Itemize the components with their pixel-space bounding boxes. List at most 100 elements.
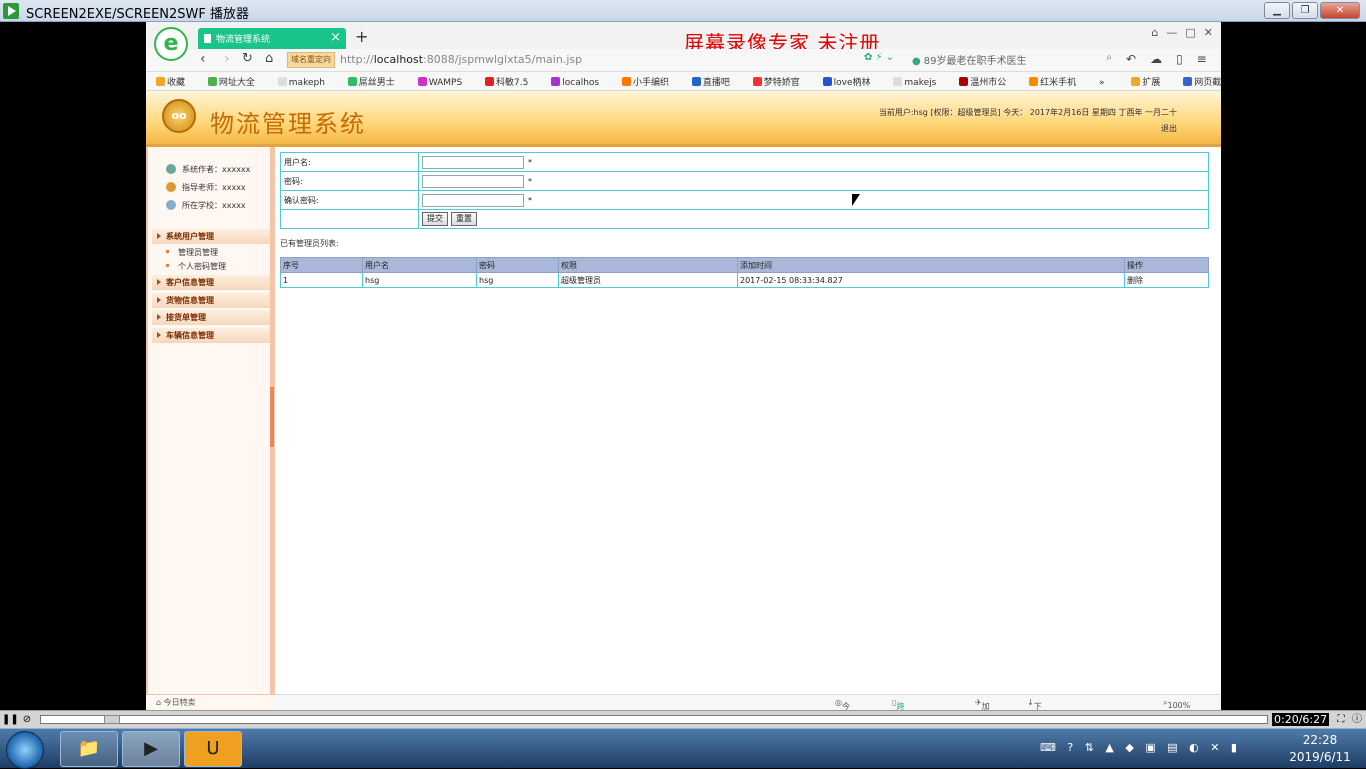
bookmarks-bar: 收藏 网址大全 makeph 屌丝男士 WAMPS 科敏7.5 localhos…	[146, 72, 1221, 91]
password-input[interactable]	[422, 174, 524, 188]
current-user-info: 当前用户:hsg [权限：超级管理员] 今天： 2017年2月16日 星期四 丁…	[878, 108, 1177, 117]
bookmark-right-item[interactable]: 扩展	[1131, 77, 1170, 88]
bookmark-item[interactable]: 小手编织	[621, 77, 679, 88]
menu-system-user[interactable]: 系统用户管理	[152, 229, 272, 244]
bookmark-item[interactable]: 梦特娇官	[752, 77, 810, 88]
main-content: 用户名: * 密码: * 确认密码: * 提交 重置 已有管理员列表: 序号 用户…	[275, 147, 1221, 694]
submit-button[interactable]: 提交	[422, 212, 448, 226]
restore-button[interactable]: ❐	[1292, 2, 1318, 19]
sidebar-info-advisor: 指导老师：xxxxx	[166, 182, 246, 193]
required-mark: *	[528, 157, 532, 167]
password-label: 密码:	[280, 171, 419, 191]
browser-minimize-icon[interactable]: —	[1166, 26, 1177, 39]
logout-link[interactable]: 退出	[1161, 123, 1177, 134]
site-title: 物流管理系统	[210, 110, 366, 138]
cloud-icon[interactable]: ☁	[1150, 52, 1162, 66]
browser-maximize-icon[interactable]: □	[1185, 26, 1195, 39]
col-header: 操作	[1124, 257, 1209, 273]
player-app-icon	[3, 3, 19, 19]
url-path: :8088/jspmwlglxta5/main.jsp	[423, 53, 583, 66]
browser-close-icon[interactable]: ✕	[1204, 26, 1213, 39]
bookmarks-more-icon[interactable]: »	[1099, 78, 1105, 88]
username-input[interactable]	[422, 155, 524, 169]
status-live[interactable]: ◎ 今日直播	[835, 698, 850, 710]
menu-goods[interactable]: 货物信息管理	[152, 293, 272, 308]
search-icon[interactable]: ⌕	[1106, 52, 1112, 63]
page-icon	[204, 34, 211, 43]
bookmark-item[interactable]: 屌丝男士	[347, 77, 405, 88]
sidebar-footer[interactable]: ⌂ 今日特卖	[146, 694, 275, 710]
skin-icon[interactable]: ⌂	[1151, 26, 1158, 39]
fullscreen-icon[interactable]: ⛶	[1334, 713, 1348, 727]
addr-action-icons[interactable]: ✿ ⚡ ⌄	[864, 52, 894, 63]
forward-icon[interactable]: ›	[224, 51, 230, 67]
menu-customer[interactable]: 客户信息管理	[152, 275, 272, 290]
bookmark-item[interactable]: love柄林	[822, 77, 881, 88]
info-icon[interactable]: ⓘ	[1350, 713, 1364, 727]
tab-close-icon[interactable]: ×	[330, 30, 341, 45]
bookmark-right-item[interactable]: 网页截图	[1183, 77, 1221, 88]
cell-username: hsg	[362, 272, 477, 288]
undo-icon[interactable]: ↶	[1126, 52, 1136, 66]
pause-icon[interactable]: ❚❚	[2, 713, 19, 727]
bookmark-item[interactable]: makejs	[893, 77, 946, 88]
table-row: 1 hsg hsg 超级管理员 2017-02-15 08:33:34.827 …	[280, 272, 1209, 288]
admin-list-table: 序号 用户名 密码 权限 添加时间 操作 1 hsg hsg 超级管理员 201…	[280, 257, 1209, 288]
player-task-icon[interactable]: ▶	[122, 731, 180, 767]
col-header: 序号	[280, 257, 363, 273]
status-download[interactable]: ↓ 下载	[1027, 698, 1042, 710]
reset-button[interactable]: 重置	[451, 212, 477, 226]
menu-admin-manage[interactable]: 管理员管理	[166, 247, 218, 258]
bookmark-item[interactable]: localhos	[551, 77, 609, 88]
search-input[interactable]: ● 89岁最老在职手术医生 ⌕	[912, 52, 1112, 68]
bookmark-item[interactable]: 收藏	[156, 77, 195, 88]
bookmark-item[interactable]: 温州市公	[959, 77, 1016, 88]
cell-password: hsg	[476, 272, 559, 288]
bookmark-item[interactable]: 科敏7.5	[485, 77, 538, 88]
clock[interactable]: 22:28 2019/6/11	[1280, 732, 1360, 766]
mouse-cursor-icon	[852, 194, 860, 206]
phone-icon[interactable]: ▯	[1176, 52, 1183, 66]
app-task-icon[interactable]: U	[184, 731, 242, 767]
confirm-password-input[interactable]	[422, 193, 524, 207]
status-accelerator[interactable]: ✈ 加速器	[975, 698, 990, 710]
url-field[interactable]: http://localhost:8088/jspmwlglxta5/main.…	[340, 53, 582, 66]
back-icon[interactable]: ‹	[200, 51, 206, 67]
tab-active[interactable]: 物流管理系统 ×	[198, 28, 346, 49]
status-zoom[interactable]: ⌕ 100%	[1163, 698, 1190, 710]
menu-password-manage[interactable]: 个人密码管理	[166, 261, 226, 272]
player-controls: ❚❚ ⊘ 0:20/6:27 ⛶ ⓘ	[0, 710, 1366, 728]
close-button[interactable]: ✕	[1320, 2, 1360, 19]
start-button[interactable]	[6, 731, 44, 769]
explorer-task-icon[interactable]: 📁	[60, 731, 118, 767]
col-header: 用户名	[362, 257, 477, 273]
sale-icon: ⌂	[156, 698, 164, 707]
minimize-button[interactable]: ▁	[1264, 2, 1290, 19]
cell-permission: 超级管理员	[558, 272, 738, 288]
seek-bar[interactable]	[40, 715, 1268, 724]
table-header-row: 序号 用户名 密码 权限 添加时间 操作	[280, 257, 1209, 273]
splitter-handle[interactable]	[270, 387, 274, 447]
col-header: 添加时间	[737, 257, 1125, 273]
refresh-icon[interactable]: ↻	[242, 51, 253, 66]
system-tray-icons[interactable]: ⌨ ? ⇅ ▲ ◆ ▣ ▤ ◐ ✕ ▮	[1040, 741, 1241, 754]
delete-link[interactable]: 删除	[1124, 272, 1209, 288]
bookmark-item[interactable]: 红米手机	[1029, 77, 1086, 88]
address-bar: ‹ › ↻ ⌂ 域名重定向 http://localhost:8088/jspm…	[146, 49, 1221, 72]
browser-logo-icon[interactable]: e	[154, 27, 188, 61]
bookmark-item[interactable]: 直播吧	[691, 77, 740, 88]
bookmark-item[interactable]: WAMPS	[417, 77, 472, 88]
menu-receipt[interactable]: 接货单管理	[152, 310, 272, 325]
bookmark-item[interactable]: makeph	[277, 77, 335, 88]
status-cross-screen[interactable]: ▯ 跨屏浏览	[892, 698, 904, 710]
browser-window: e 物流管理系统 × + 屏幕录像专家 未注册 ⌂ — □ ✕ ‹ › ↻ ⌂ …	[146, 22, 1221, 710]
settings-icon[interactable]: ⊘	[20, 713, 34, 727]
new-tab-icon[interactable]: +	[355, 27, 368, 46]
url-host: localhost	[373, 53, 424, 66]
seek-thumb[interactable]	[104, 715, 120, 724]
menu-icon[interactable]: ≡	[1197, 52, 1207, 66]
menu-vehicle[interactable]: 车辆信息管理	[152, 328, 272, 343]
bookmark-item[interactable]: 网址大全	[207, 77, 265, 88]
player-title: SCREEN2EXE/SCREEN2SWF 播放器	[26, 7, 249, 22]
home-icon[interactable]: ⌂	[265, 51, 273, 66]
